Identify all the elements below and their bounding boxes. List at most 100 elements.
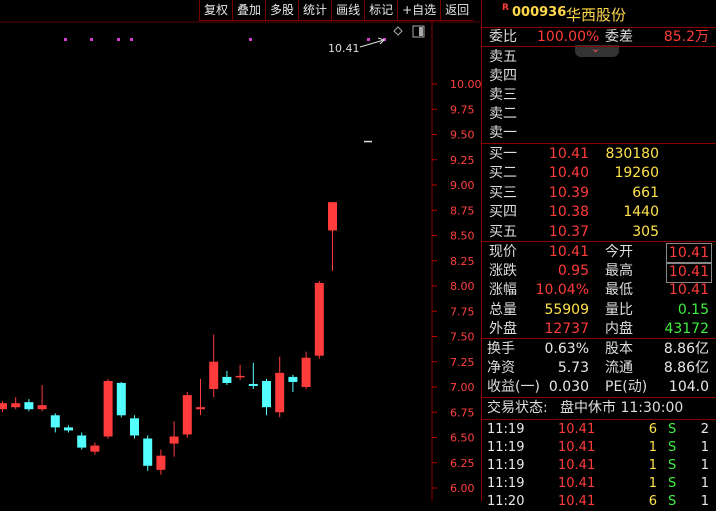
fundamental-value-2: 8.86亿 [663,341,709,357]
candle-body [328,202,337,231]
candle-body [156,455,166,470]
buy-level-row: 买二 10.40 19260 [482,164,716,183]
candle-body [235,375,245,378]
quote-value-2: 10.41 [665,262,712,284]
fundamental-row: 换手 0.63% 股本 8.86亿 [482,340,716,359]
candle-body [37,405,47,410]
tick-volume: 6 [648,422,657,437]
y-tick-label: 6.75 [450,406,475,419]
tick-price: 10.41 [558,440,596,455]
tick-row: 11:19 10.41 6 S 2 [482,421,716,439]
buy-level-price: 10.38 [548,204,589,221]
tick-count: 2 [700,422,709,437]
quote-value-2: 10.41 [665,243,712,264]
y-tick-label: 8.00 [450,280,475,293]
fundamental-value-2: 104.0 [668,379,709,395]
buy-level-row: 买五 10.37 305 [482,223,716,242]
tick-count: 1 [700,476,709,491]
fundamental-value: 5.73 [557,360,589,376]
quote-label: 涨跌 [489,263,517,280]
quote-panel: R 000936 华西股份 委比 100.00% 委差 85.2万 ⌄ 卖五 卖四… [481,0,716,509]
y-tick-label: 6.25 [450,457,475,470]
candle-body [209,361,219,390]
sell-level-label: 卖四 [489,68,517,84]
candle-body [196,407,205,410]
tick-time: 11:20 [487,494,525,509]
tick-price: 10.41 [558,476,596,491]
y-tick-label: 8.50 [450,230,475,243]
fundamental-value-2: 8.86亿 [663,360,709,376]
tick-side: S [668,494,677,509]
trade-status-value: 盘中休市 11:30:00 [560,400,684,416]
buy-level-volume: 830180 [605,146,659,162]
y-tick-label: 9.25 [450,154,475,167]
candle-body [288,376,298,382]
quote-label-2: 量比 [605,301,633,318]
kline-chart-area[interactable]: 10.00 9.75 9.50 9.25 9.00 8.75 8.50 8.25 8.00 7.7… [0,0,481,501]
quote-value: 12737 [544,320,589,337]
kline-chart[interactable]: 10.00 9.75 9.50 9.25 9.00 8.75 8.50 8.25 8.00 7.7… [0,0,481,501]
quote-value-2: 43172 [664,320,709,337]
back-button[interactable]: 返回 [440,0,474,21]
candle-body [50,415,60,428]
quote-value-2: 10.41 [668,282,709,299]
tick-time: 11:19 [487,476,525,491]
stock-header: R 000936 华西股份 [482,0,716,28]
y-tick-label: 9.00 [450,179,475,192]
quote-row: 涨跌 0.95 最高 10.41 [482,262,716,284]
fundamental-row: 净资 5.73 流通 8.86亿 [482,359,716,378]
quote-row: 总量 55909 量比 0.15 [482,301,716,320]
tick-time: 11:19 [487,422,525,437]
fundamental-label-2: 流通 [605,360,633,376]
mark-button[interactable]: 标记 [364,0,398,21]
buy-level-volume: 19260 [614,165,659,182]
signal-marker [64,38,67,41]
quote-label-2: 今开 [605,244,633,260]
high-arrow [359,37,385,48]
y-tick-label: 7.25 [450,356,475,369]
quote-label-2: 内盘 [605,320,633,337]
sell-level-row: 卖三 [482,86,716,105]
overlay-button[interactable]: 叠加 [232,0,266,21]
restore-rights-button[interactable]: 复权 [199,0,233,21]
signal-marker [90,38,93,41]
buy-level-label: 买一 [489,146,517,162]
y-tick-label: 9.75 [450,103,475,116]
quote-label: 总量 [489,301,517,318]
add-watchlist-button[interactable]: +自选 [397,0,441,21]
candle-body [182,395,192,435]
high-price-label: 10.41 [328,42,360,55]
quote-value-2: 0.15 [677,301,709,318]
candle-body [64,427,73,431]
candle-body [77,435,87,448]
quote-value: 55909 [544,301,589,318]
draw-line-button[interactable]: 画线 [331,0,365,21]
buy-level-price: 10.37 [548,223,589,240]
quote-label: 涨幅 [489,282,517,299]
tick-price: 10.41 [558,422,596,437]
tick-volume: 1 [648,476,657,491]
diamond-icon[interactable] [393,26,403,36]
fundamental-label: 换手 [487,341,515,357]
quote-value: 10.04% [535,282,589,299]
quote-value: 0.95 [557,263,589,280]
statistics-button[interactable]: 统计 [298,0,332,21]
candle-body [11,403,21,408]
fundamental-label-2: 股本 [605,341,633,357]
multi-stock-button[interactable]: 多股 [265,0,299,21]
buy-level-row: 买一 10.41 830180 [482,145,716,164]
y-tick-label: 8.25 [450,255,475,268]
chart-toolbar: 复权 叠加 多股 统计 画线 标记 +自选 返回 [199,0,474,22]
candle-body [24,402,34,410]
sell-level-label: 卖一 [489,125,517,141]
tick-price: 10.41 [558,458,596,473]
quote-label: 现价 [489,244,517,260]
tick-time: 11:19 [487,440,525,455]
signal-marker [117,38,120,41]
y-tick-label: 9.50 [450,129,475,142]
candle-body [103,380,113,437]
candle-body [130,418,139,436]
sell-level-row: 卖四 [482,67,716,86]
quote-row: 现价 10.41 今开 10.41 [482,243,716,264]
candle-body [0,403,7,410]
